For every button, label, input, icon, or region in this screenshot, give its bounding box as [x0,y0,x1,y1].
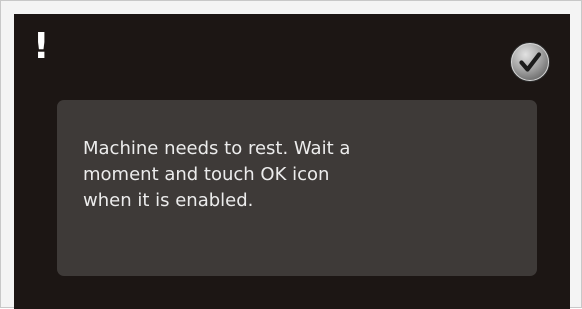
ok-button[interactable] [509,41,551,83]
checkmark-icon [510,42,550,82]
exclamation-icon: ! [33,26,50,67]
message-panel: Machine needs to rest. Wait a moment and… [57,100,537,276]
device-frame: ! Machine needs to rest. Wait a moment a… [0,0,582,309]
dialog-message: Machine needs to rest. Wait a moment and… [83,138,351,211]
alert-dialog: ! Machine needs to rest. Wait a moment a… [14,14,570,309]
